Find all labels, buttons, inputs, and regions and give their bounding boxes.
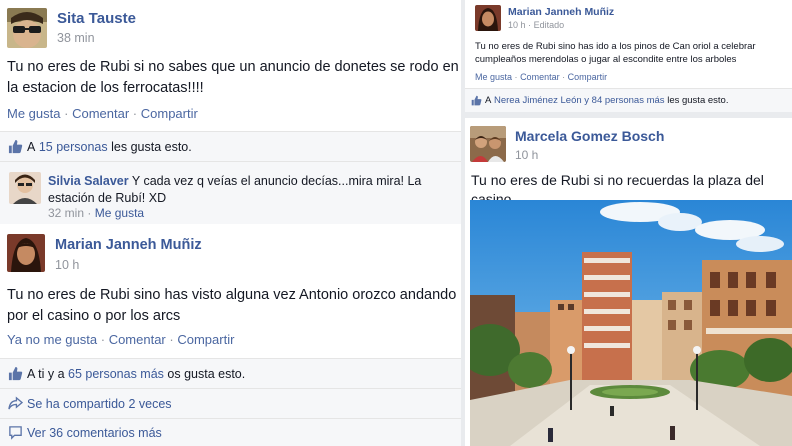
post2-more-comments-bar[interactable]: Ver 36 comentarios más <box>0 418 461 446</box>
post1-text: Tu no eres de Rubi si no sabes que un an… <box>7 59 459 96</box>
post1-likes-bar: A 15 personas les gusta esto. <box>0 131 461 161</box>
post1-share-link[interactable]: Compartir <box>141 106 198 121</box>
post2-likes-count-link[interactable]: 65 personas más <box>68 367 164 381</box>
right-post1-likes-bar: A Nerea Jiménez León y 84 personas más l… <box>465 88 792 112</box>
share-arrow-icon <box>8 396 23 410</box>
likes-prefix: A ti y a <box>27 366 65 381</box>
post1-timestamp[interactable]: 38 min <box>57 31 95 45</box>
post2-shared-count-link[interactable]: Se ha compartido 2 veces <box>27 397 172 411</box>
comment-timestamp[interactable]: 32 min <box>48 206 84 220</box>
post2-text: Tu no eres de Rubi sino has visto alguna… <box>7 287 457 324</box>
right-post1-edited-label[interactable]: Editado <box>534 20 565 30</box>
right-post2-author-avatar[interactable] <box>470 126 506 162</box>
right-post1-text: Tu no eres de Rubi sino has ido a los pi… <box>475 41 756 65</box>
post1-likes-count-link[interactable]: 15 personas <box>39 140 108 154</box>
post2-author-name[interactable]: Marian Janneh Muñiz <box>55 237 202 253</box>
separator: · <box>514 72 518 82</box>
separator: · <box>169 332 174 347</box>
right-post1-author-avatar[interactable] <box>475 5 501 31</box>
post1-comment-link[interactable]: Comentar <box>72 106 129 121</box>
comment-author-avatar[interactable] <box>9 172 41 204</box>
separator: · <box>64 106 69 121</box>
comment-body: Silvia Salaver Y cada vez q veías el anu… <box>48 173 453 207</box>
likes-prefix: A <box>485 95 492 106</box>
separator: · <box>87 206 92 220</box>
post2-actions: Ya no me gusta · Comentar · Compartir <box>7 332 234 347</box>
post2-comment-link[interactable]: Comentar <box>109 332 166 347</box>
post-photo-plaza[interactable] <box>470 200 792 446</box>
post-divider <box>465 112 792 118</box>
comment-like-link[interactable]: Me gusta <box>95 206 144 220</box>
right-post1-share-link[interactable]: Compartir <box>568 72 608 82</box>
post2-unlike-link[interactable]: Ya no me gusta <box>7 332 97 347</box>
likes-suffix: os gusta esto. <box>167 366 246 381</box>
right-post1-comment-link[interactable]: Comentar <box>520 72 560 82</box>
separator: · <box>562 72 566 82</box>
post2-author-avatar[interactable] <box>7 234 45 272</box>
right-feed-column: Marian Janneh Muñiz 10 h · Editado Tu no… <box>465 0 792 446</box>
post1-like-link[interactable]: Me gusta <box>7 106 60 121</box>
left-feed-column: Sita Tauste 38 min Tu no eres de Rubi si… <box>0 0 461 446</box>
right-post1-timestamp[interactable]: 10 h <box>508 20 526 30</box>
thumbs-up-icon <box>471 95 482 106</box>
comment-bubble-icon <box>9 426 22 440</box>
right-post1-like-link[interactable]: Me gusta <box>475 72 512 82</box>
post2-shares-bar[interactable]: Se ha compartido 2 veces <box>0 388 461 418</box>
comment-author-name[interactable]: Silvia Salaver <box>48 174 129 188</box>
post1-author-avatar[interactable] <box>7 8 47 48</box>
post2-share-link[interactable]: Compartir <box>177 332 234 347</box>
separator: · <box>100 332 106 347</box>
post2-likes-bar: A ti y a 65 personas más os gusta esto. <box>0 358 461 388</box>
post1-author-name[interactable]: Sita Tauste <box>57 10 136 27</box>
right-post1-meta: 10 h · Editado <box>508 20 564 30</box>
thumbs-up-icon <box>8 366 23 381</box>
right-post1-likes-link[interactable]: Nerea Jiménez León y 84 personas más <box>494 95 665 106</box>
separator: · <box>132 106 138 121</box>
plaza-photo-image <box>470 200 792 446</box>
right-post1-author-name[interactable]: Marian Janneh Muñiz <box>508 6 614 18</box>
post1-actions: Me gusta · Comentar · Compartir <box>7 106 198 121</box>
post2-timestamp[interactable]: 10 h <box>55 258 79 272</box>
post2-view-more-comments-link[interactable]: Ver 36 comentarios más <box>27 426 162 440</box>
likes-suffix: les gusta esto. <box>111 139 192 154</box>
right-post2-timestamp[interactable]: 10 h <box>515 148 538 162</box>
comment-meta: 32 min · Me gusta <box>48 206 144 220</box>
right-post2-author-name[interactable]: Marcela Gomez Bosch <box>515 128 664 144</box>
thumbs-up-icon <box>8 139 23 154</box>
likes-prefix: A <box>27 139 36 154</box>
right-post1-actions: Me gusta · Comentar · Compartir <box>475 72 607 82</box>
likes-suffix: les gusta esto. <box>667 95 729 106</box>
post1-comment: Silvia Salaver Y cada vez q veías el anu… <box>0 161 461 224</box>
separator: · <box>528 20 532 30</box>
